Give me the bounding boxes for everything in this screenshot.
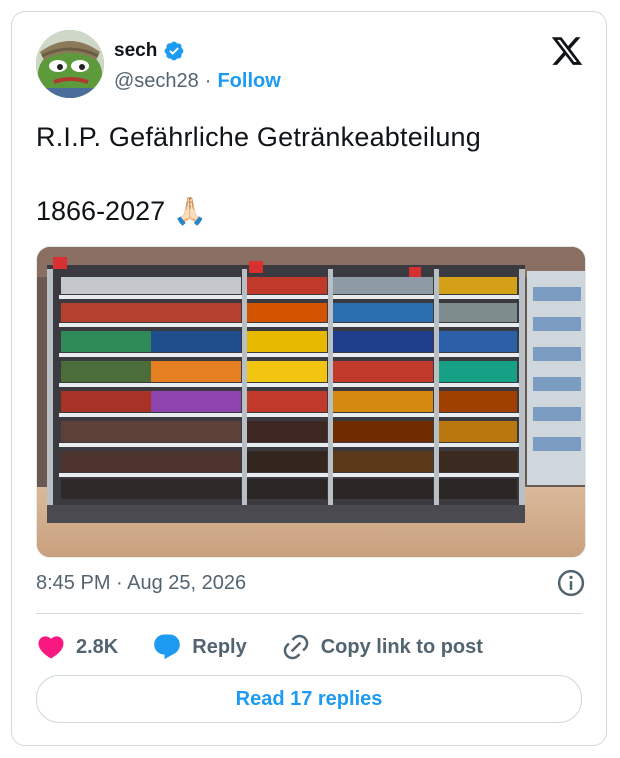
post-image[interactable] xyxy=(36,246,586,558)
verified-badge-icon xyxy=(164,41,184,61)
reply-bubble-icon xyxy=(154,634,181,660)
tweet-card: sech @sech28 · Follow R.I.P. Gefährliche… xyxy=(11,11,607,746)
link-icon xyxy=(283,634,309,660)
author-name-row: sech xyxy=(114,40,185,62)
beverage-fridge-image xyxy=(37,247,585,557)
author-handle[interactable]: @sech28 xyxy=(114,70,199,93)
avatar-frog-image xyxy=(36,30,104,98)
reply-button[interactable]: Reply xyxy=(152,632,247,662)
post-timestamp[interactable]: 8:45 PM · Aug 25, 2026 xyxy=(36,572,246,595)
action-bar: 2.8K Reply Copy link to post xyxy=(36,632,517,662)
praying-hands-emoji: 🙏🏻 xyxy=(173,196,207,226)
divider xyxy=(36,613,582,614)
post-text-line-2-row: 1866-2027 🙏🏻 xyxy=(36,195,207,227)
post-text-line-1: R.I.P. Gefährliche Getränkeabteilung xyxy=(36,122,481,152)
read-replies-button[interactable]: Read 17 replies xyxy=(36,675,582,723)
separator-dot: · xyxy=(204,70,212,92)
author-name[interactable]: sech xyxy=(114,40,157,62)
reply-label: Reply xyxy=(192,635,247,658)
follow-button[interactable]: Follow xyxy=(217,70,280,93)
avatar[interactable] xyxy=(36,30,104,98)
x-logo-icon[interactable] xyxy=(550,34,584,68)
handle-row: @sech28 · Follow xyxy=(114,70,281,93)
like-count: 2.8K xyxy=(76,635,119,658)
heart-icon xyxy=(38,636,64,659)
copy-link-button[interactable]: Copy link to post xyxy=(281,632,483,662)
copy-link-label: Copy link to post xyxy=(320,635,483,658)
read-replies-label: Read 17 replies xyxy=(235,687,383,710)
like-button[interactable]: 2.8K xyxy=(36,632,118,662)
info-icon[interactable] xyxy=(556,568,586,598)
post-text-line-2: 1866-2027 xyxy=(36,195,166,226)
